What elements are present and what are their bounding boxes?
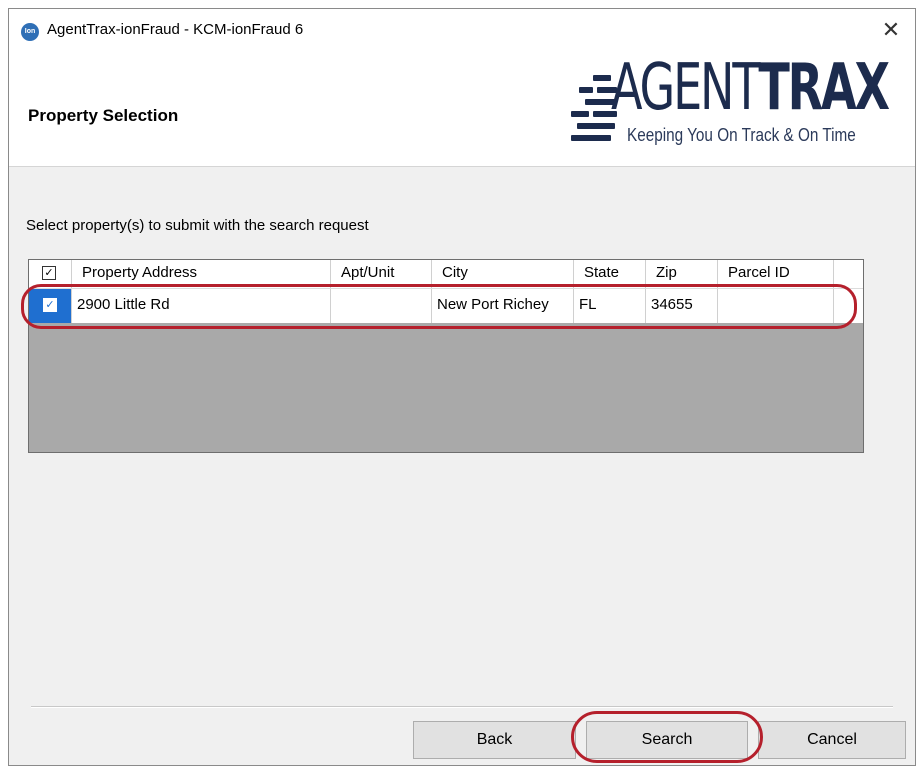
select-all-cell[interactable]: ✓ (29, 260, 72, 288)
column-header-city[interactable]: City (432, 260, 574, 288)
select-all-checkbox[interactable]: ✓ (42, 266, 56, 280)
footer-divider (31, 706, 893, 708)
cell-property-address[interactable]: 2900 Little Rd (72, 289, 331, 323)
cell-zip[interactable]: 34655 (646, 289, 718, 323)
logo-text-light: AGENT (611, 51, 761, 125)
column-header-apt-unit[interactable]: Apt/Unit (331, 260, 432, 288)
cell-apt-unit[interactable] (331, 289, 432, 323)
column-header-zip[interactable]: Zip (646, 260, 718, 288)
logo-text-bold: TRAX (758, 51, 890, 125)
header-panel: Property Selection AGENTTRAX Keeping You… (9, 49, 915, 167)
cancel-button[interactable]: Cancel (758, 721, 906, 759)
logo-wordmark: AGENTTRAX (611, 51, 890, 125)
app-icon: Ion (21, 23, 39, 41)
cell-city[interactable]: New Port Richey (432, 289, 574, 323)
dialog-window: Ion AgentTrax-ionFraud - KCM-ionFraud 6 … (8, 8, 916, 766)
cell-parcel-id[interactable] (718, 289, 834, 323)
column-header-state[interactable]: State (574, 260, 646, 288)
page-title: Property Selection (28, 106, 179, 125)
grid-header-row: ✓ Property Address Apt/Unit City State Z… (29, 260, 863, 289)
property-grid: ✓ Property Address Apt/Unit City State Z… (28, 259, 864, 453)
column-header-parcel-id[interactable]: Parcel ID (718, 260, 834, 288)
cell-state[interactable]: FL (574, 289, 646, 323)
back-button[interactable]: Back (413, 721, 576, 759)
window-title: AgentTrax-ionFraud - KCM-ionFraud 6 (47, 21, 304, 38)
instruction-label: Select property(s) to submit with the se… (26, 217, 369, 234)
row-checkbox[interactable]: ✓ (43, 298, 57, 312)
close-button[interactable]: ✕ (877, 17, 905, 43)
logo-tagline: Keeping You On Track & On Time (627, 125, 856, 145)
row-select-cell[interactable]: ✓ (29, 289, 72, 323)
table-row[interactable]: ✓ 2900 Little Rd New Port Richey FL 3465… (29, 289, 863, 323)
title-bar: Ion AgentTrax-ionFraud - KCM-ionFraud 6 … (9, 9, 915, 49)
agenttrax-logo: AGENTTRAX Keeping You On Track & On Time (571, 51, 901, 157)
search-button[interactable]: Search (586, 721, 748, 759)
column-header-property-address[interactable]: Property Address (72, 260, 331, 288)
